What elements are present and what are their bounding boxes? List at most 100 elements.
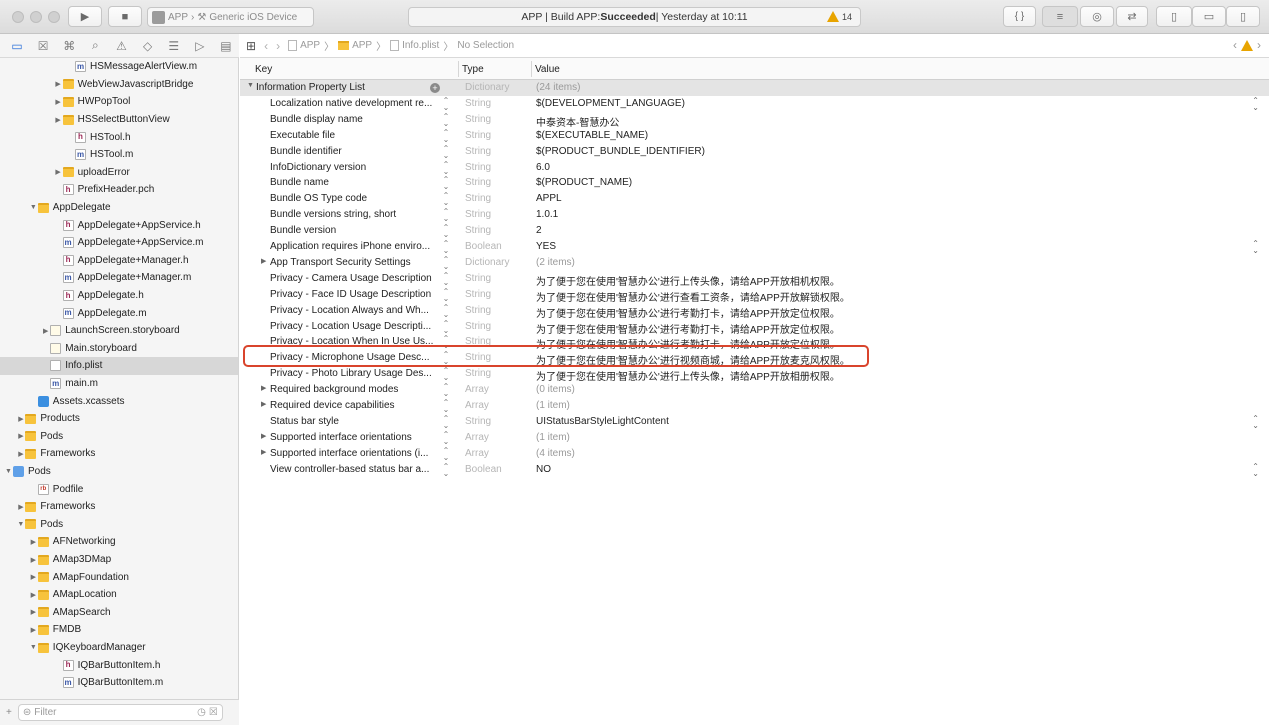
plist-row[interactable]: Executable file ⌃ ⌄ String $(EXECUTABLE_NAME… [240,128,1269,144]
stop-button[interactable]: ■ [108,6,142,27]
disclosure-open-icon[interactable]: ▼ [29,644,38,651]
plist-key[interactable]: Privacy - Microphone Usage Desc... [270,352,440,363]
plist-key[interactable]: InfoDictionary version [270,162,440,173]
key-stepper-icon[interactable]: ⌃ ⌄ [442,303,450,318]
disclosure-closed-icon[interactable]: ▶ [54,98,63,106]
disclosure-closed-icon[interactable]: ▶ [29,556,38,564]
plist-row[interactable]: Application requires iPhone enviro... ⌃ ⌄ B… [240,239,1269,255]
key-stepper-icon[interactable]: ⌃ ⌄ [442,383,450,398]
plist-type[interactable]: String [465,225,491,236]
plist-value[interactable]: 为了便于您在使用'智慧办公'进行上传头像，请给APP开放相册权限。 [536,368,840,383]
plist-value[interactable]: $(PRODUCT_NAME) [536,177,632,188]
plist-type[interactable]: String [465,146,491,157]
plist-key[interactable]: View controller-based status bar a... [270,464,440,475]
value-popup-icon[interactable]: ⌃ ⌄ [1252,240,1259,255]
navigator-item[interactable]: h IQBarButtonItem.h [0,656,238,674]
navigator-item[interactable]: h AppDelegate.h [0,287,238,305]
plist-value[interactable]: 2 [536,225,542,236]
navigator-item[interactable]: ▶ LaunchScreen.storyboard [0,322,238,340]
navigator-item[interactable]: m AppDelegate+AppService.m [0,234,238,252]
plist-type[interactable]: Boolean [465,464,502,475]
plist-row[interactable]: Bundle identifier ⌃ ⌄ String $(PRODUCT_BUNDL… [240,144,1269,160]
plist-value[interactable]: 6.0 [536,162,550,173]
navigator-item[interactable]: ▶ AMapSearch [0,604,238,622]
plist-row[interactable]: Privacy - Microphone Usage Desc... ⌃ ⌄ Stri… [240,350,1269,368]
key-column-header[interactable]: Key [255,64,272,75]
key-stepper-icon[interactable]: ⌃ ⌄ [442,367,450,382]
disclosure-closed-icon[interactable]: ▶ [261,257,266,265]
disclosure-closed-icon[interactable]: ▶ [261,400,266,408]
disclosure-closed-icon[interactable]: ▶ [261,448,266,456]
plist-type[interactable]: String [465,416,491,427]
disclosure-closed-icon[interactable]: ▶ [16,415,25,423]
close-window-button[interactable] [12,11,24,23]
key-stepper-icon[interactable]: ⌃ ⌄ [442,240,450,255]
navigator-item[interactable]: Main.storyboard [0,340,238,358]
navigator-item[interactable]: ▶ Pods [0,428,238,446]
plist-row[interactable]: InfoDictionary version ⌃ ⌄ String 6.0 [240,160,1269,176]
disclosure-closed-icon[interactable]: ▶ [29,591,38,599]
navigator-item[interactable]: m AppDelegate.m [0,304,238,322]
disclosure-closed-icon[interactable]: ▶ [16,450,25,458]
disclosure-closed-icon[interactable]: ▶ [16,432,25,440]
plist-value[interactable]: 为了便于您在使用'智慧办公'进行查看工资条，请给APP开放解锁权限。 [536,289,850,304]
navigator-item[interactable]: ▶ Products [0,410,238,428]
key-stepper-icon[interactable]: ⌃ ⌄ [442,446,450,461]
plist-value[interactable]: 为了便于您在使用'智慧办公'进行考勤打卡，请给APP开放定位权限。 [536,305,840,320]
plist-key[interactable]: Localization native development re... [270,98,440,109]
disclosure-open-icon[interactable]: ▼ [4,468,13,475]
plist-value[interactable]: APPL [536,193,562,204]
navigator-item[interactable]: h HSTool.h [0,128,238,146]
plist-row[interactable]: Privacy - Location Usage Descripti... ⌃ ⌄ S… [240,319,1269,336]
plist-row[interactable]: Status bar style ⌃ ⌄ String UIStatusBarStyle… [240,414,1269,430]
plist-row[interactable]: Bundle versions string, short ⌃ ⌄ String 1.0… [240,207,1269,223]
disclosure-closed-icon[interactable]: ▶ [54,168,63,176]
plist-value[interactable]: (2 items) [536,257,575,268]
plist-type[interactable]: String [465,130,491,141]
plist-key[interactable]: Bundle display name [270,114,440,125]
plist-type[interactable]: Boolean [465,241,502,252]
plist-type[interactable]: String [465,289,491,300]
toggle-navigator-button[interactable]: ▯ [1156,6,1192,27]
navigator-item[interactable]: ▶ Frameworks [0,498,238,516]
plist-value[interactable]: (4 items) [536,448,575,459]
key-stepper-icon[interactable]: ⌃ ⌄ [442,112,450,127]
key-stepper-icon[interactable]: ⌃ ⌄ [442,160,450,175]
plist-value[interactable]: 为了便于您在使用'智慧办公'进行考勤打卡，请给APP开放定位权限。 [536,321,840,336]
plist-value[interactable]: (1 item) [536,400,570,411]
navigator-item[interactable]: h AppDelegate+AppService.h [0,216,238,234]
plist-type[interactable]: String [465,98,491,109]
plist-type[interactable]: String [465,177,491,188]
navigator-item[interactable]: ▶ AMapLocation [0,586,238,604]
plist-value[interactable]: 为了便于您在使用'智慧办公'进行考勤打卡，请给APP开放定位权限。 [536,336,840,351]
debug-navigator-tab[interactable]: ☰ [161,39,187,53]
disclosure-closed-icon[interactable]: ▶ [261,384,266,392]
plist-type[interactable]: String [465,336,491,347]
plist-row[interactable]: Privacy - Face ID Usage Description ⌃ ⌄ Str… [240,287,1269,304]
related-items-icon[interactable]: ⊞ [246,39,256,53]
plist-key[interactable]: Supported interface orientations (i... [270,448,440,459]
recent-files-icon[interactable]: ◷ [197,707,206,718]
plist-row[interactable]: Bundle display name ⌃ ⌄ String 中泰资本-智慧办公 [240,112,1269,129]
plist-type[interactable]: Array [465,432,489,443]
plist-value[interactable]: (0 items) [536,384,575,395]
key-stepper-icon[interactable]: ⌃ ⌄ [442,255,450,270]
disclosure-closed-icon[interactable]: ▶ [54,80,63,88]
plist-value[interactable]: 为了便于您在使用'智慧办公'进行视频商城，请给APP开放麦克风权限。 [536,352,850,367]
plist-row[interactable]: ▶ App Transport Security Settings ⌃ ⌄ Dictio… [240,255,1269,271]
plist-type[interactable]: String [465,352,491,363]
navigator-item[interactable]: ▼ IQKeyboardManager [0,639,238,657]
assistant-editor-button[interactable]: ◎ [1080,6,1114,27]
navigator-item[interactable]: m HSTool.m [0,146,238,164]
scheme-selector[interactable]: APP › ⚒ Generic iOS Device [147,7,314,27]
plist-value[interactable]: YES [536,241,556,252]
plist-type[interactable]: String [465,305,491,316]
plist-value[interactable]: $(PRODUCT_BUNDLE_IDENTIFIER) [536,146,705,157]
add-icon[interactable]: + [6,707,12,718]
navigator-item[interactable]: ▼ Pods [0,516,238,534]
key-stepper-icon[interactable]: ⌃ ⌄ [442,351,450,366]
plist-key[interactable]: Required background modes [270,384,440,395]
plist-row[interactable]: ▶ Supported interface orientations ⌃ ⌄ Array… [240,430,1269,446]
plist-key[interactable]: Executable file [270,130,440,141]
toggle-debug-area-button[interactable]: ▭ [1192,6,1226,27]
